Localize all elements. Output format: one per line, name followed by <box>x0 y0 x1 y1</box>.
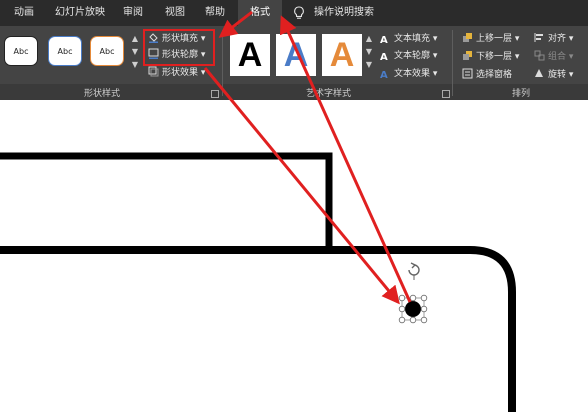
text-outline-icon: A <box>380 52 388 63</box>
shape-style-swatch-3[interactable]: Abc <box>90 36 124 66</box>
tab-slideshow[interactable]: 幻灯片放映 <box>48 0 112 26</box>
align-label: 对齐 <box>548 34 567 44</box>
group-objects-label: 组合 <box>548 52 567 62</box>
selection-pane-label: 选择窗格 <box>476 70 513 80</box>
lightbulb-icon <box>292 0 306 26</box>
send-backward-label: 下移一层 <box>476 52 513 62</box>
rectangle-shape[interactable] <box>0 152 333 246</box>
text-outline-button[interactable]: A 文本轮廓 ▾ <box>380 49 437 63</box>
shape-style-swatch-1[interactable]: Abc <box>4 36 38 66</box>
group-label-arrange: 排列 <box>512 89 531 99</box>
tab-help[interactable]: 帮助 <box>196 0 234 26</box>
shape-effects-label: 形状效果 <box>162 68 199 78</box>
annotation-highlight-box <box>143 29 215 66</box>
text-fill-label: 文本填充 <box>394 34 431 44</box>
tab-review[interactable]: 审阅 <box>114 0 152 26</box>
selection-pane-button[interactable]: 选择窗格 <box>462 68 512 82</box>
bring-forward-icon <box>462 32 473 43</box>
wordart-style-orange[interactable]: A <box>322 34 362 76</box>
rounded-rectangle-shape[interactable] <box>0 246 516 412</box>
shape-style-swatch-2[interactable]: Abc <box>48 36 82 66</box>
rotate-label: 旋转 <box>548 70 567 80</box>
group-objects-icon <box>534 50 545 61</box>
selection-pane-icon <box>462 68 473 79</box>
text-fill-button[interactable]: A 文本填充 ▾ <box>380 32 437 46</box>
text-effects-label: 文本效果 <box>394 69 431 79</box>
tab-format[interactable]: 格式 <box>238 0 282 26</box>
group-objects-button: 组合 ▾ <box>534 50 573 64</box>
ribbon-tab-bar: 动画 幻灯片放映 审阅 视图 帮助 格式 操作说明搜索 <box>0 0 588 26</box>
align-button[interactable]: 对齐 ▾ <box>534 32 573 46</box>
tab-animations[interactable]: 动画 <box>4 0 44 26</box>
gallery-more-icon[interactable]: ▼ <box>130 60 140 70</box>
rotate-icon <box>534 68 545 79</box>
tell-me-search[interactable]: 操作说明搜索 <box>314 0 380 26</box>
send-backward-button[interactable]: 下移一层 ▾ <box>462 50 519 64</box>
wordart-gallery-down-icon[interactable]: ▼ <box>364 47 374 57</box>
tab-view[interactable]: 视图 <box>156 0 194 26</box>
wordart-dialog-launcher-icon[interactable] <box>442 90 450 98</box>
shape-effects-button[interactable]: 形状效果 ▾ <box>148 66 205 80</box>
bring-forward-label: 上移一层 <box>476 34 513 44</box>
gallery-down-icon[interactable]: ▼ <box>130 47 140 57</box>
wordart-gallery-more-icon[interactable]: ▼ <box>364 60 374 70</box>
rotate-handle-icon[interactable] <box>406 262 422 280</box>
rotate-button[interactable]: 旋转 ▾ <box>534 68 573 82</box>
text-effects-button[interactable]: A 文本效果 ▾ <box>380 67 437 81</box>
wordart-gallery-up-icon[interactable]: ▲ <box>364 34 374 44</box>
align-icon <box>534 32 545 43</box>
dialog-launcher-icon[interactable] <box>211 90 219 98</box>
text-effects-icon: A <box>380 70 388 81</box>
gallery-up-icon[interactable]: ▲ <box>130 34 140 44</box>
group-label-wordart-styles: 艺术字样式 <box>306 89 352 99</box>
wordart-style-blue[interactable]: A <box>276 34 316 76</box>
text-fill-icon: A <box>380 35 388 46</box>
send-backward-icon <box>462 50 473 61</box>
text-outline-label: 文本轮廓 <box>394 51 431 61</box>
wordart-style-plain[interactable]: A <box>230 34 270 76</box>
bring-forward-button[interactable]: 上移一层 ▾ <box>462 32 519 46</box>
group-divider <box>222 30 223 96</box>
selected-shape[interactable] <box>398 294 428 324</box>
group-label-shape-styles: 形状样式 <box>84 89 121 99</box>
slide-canvas[interactable] <box>0 100 588 412</box>
shape-effects-icon <box>148 66 159 77</box>
group-divider-2 <box>452 30 453 96</box>
